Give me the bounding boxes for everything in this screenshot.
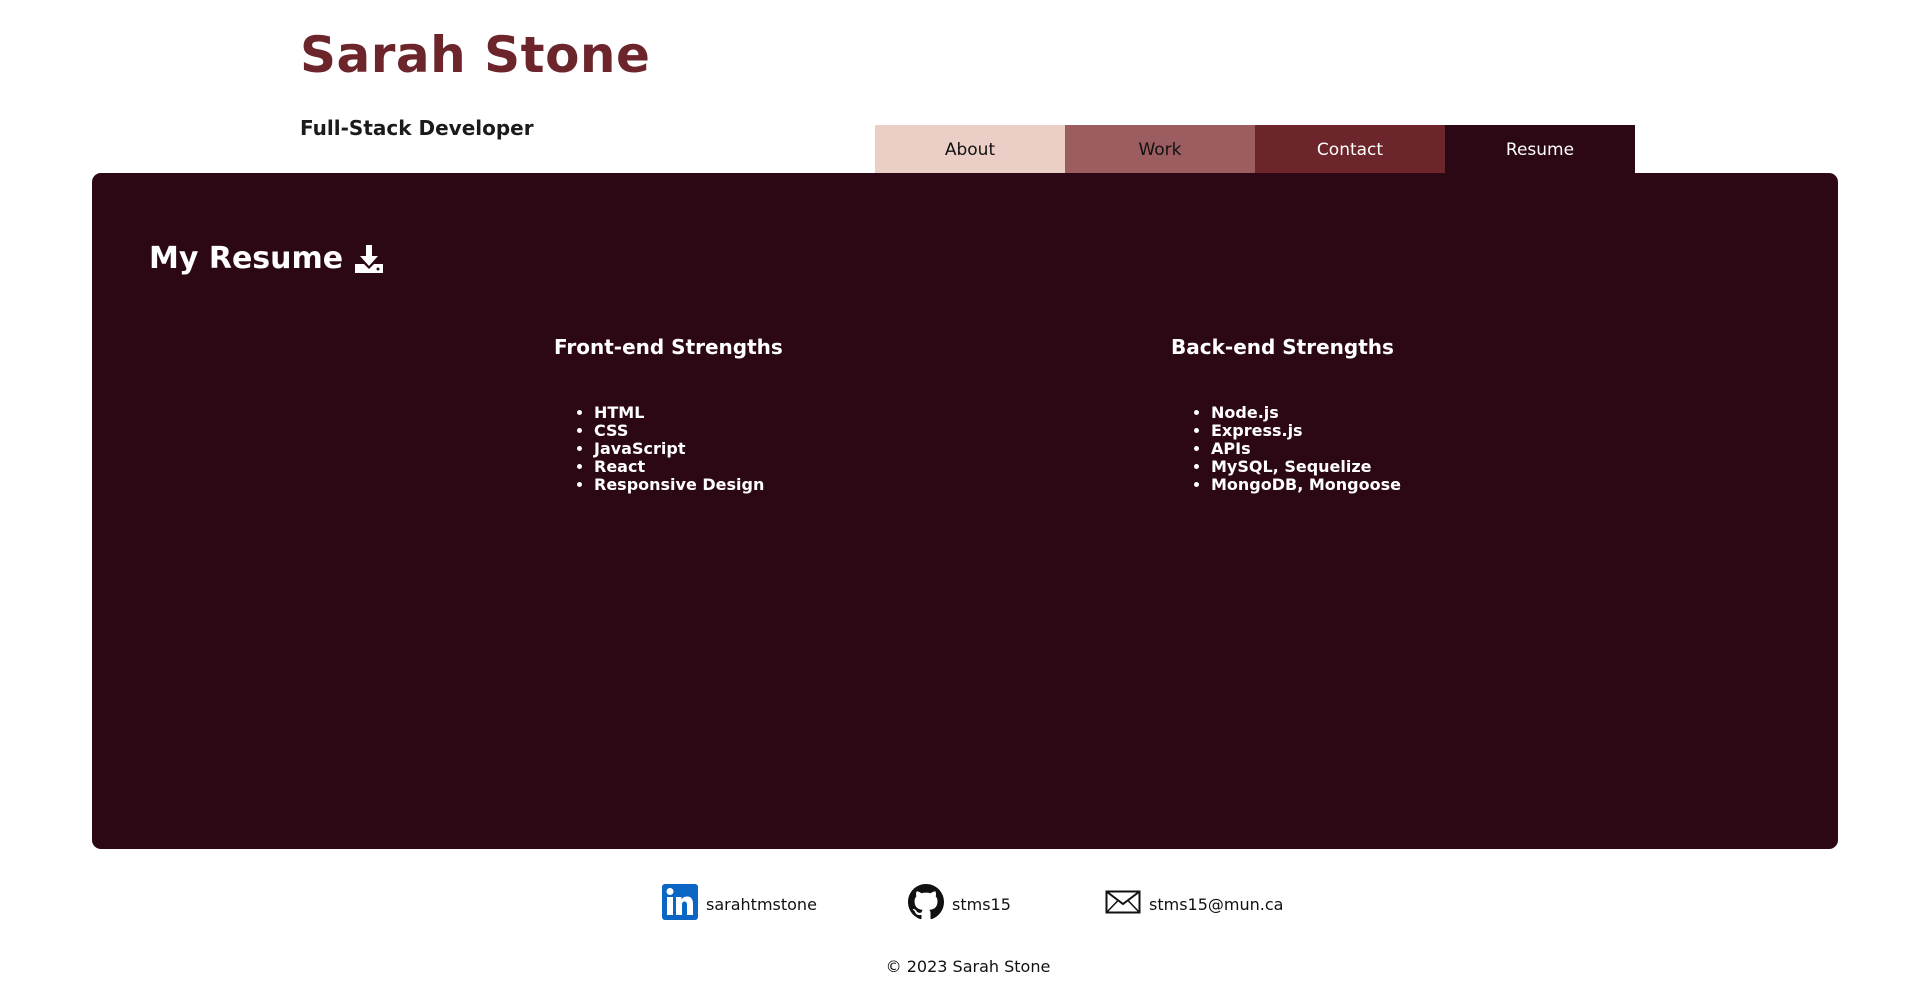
mail-icon [1105,888,1141,920]
nav-tab-about[interactable]: About [875,125,1065,174]
list-item: APIs [1211,440,1401,458]
nav-tab-resume[interactable]: Resume [1445,125,1635,174]
page: Sarah Stone Full-Stack Developer About W… [0,0,1920,995]
nav-tab-contact[interactable]: Contact [1255,125,1445,174]
back-end-list: Node.js Express.js APIs MySQL, Sequelize… [1171,404,1401,494]
email-link[interactable]: stms15@mun.ca [1105,885,1283,923]
resume-panel: My Resume Front-end Strengths HTML CSS J… [92,173,1838,849]
github-link[interactable]: stms15 [908,884,1011,924]
list-item: CSS [594,422,783,440]
back-end-strengths: Back-end Strengths Node.js Express.js AP… [1171,333,1401,494]
resume-heading-text: My Resume [149,241,344,276]
site-tagline: Full-Stack Developer [300,116,534,140]
github-icon [908,884,944,924]
linkedin-link[interactable]: sarahtmstone [662,884,817,924]
copyright: © 2023 Sarah Stone [885,957,1051,976]
list-item: Responsive Design [594,476,783,494]
list-item: Node.js [1211,404,1401,422]
list-item: MongoDB, Mongoose [1211,476,1401,494]
github-label: stms15 [952,894,1011,914]
linkedin-label: sarahtmstone [706,894,817,914]
social-links: sarahtmstone stms15 stms15@mun.ca [0,884,1920,924]
site-name: Sarah Stone [300,26,651,84]
download-icon[interactable] [353,243,385,275]
list-item: React [594,458,783,476]
front-end-strengths: Front-end Strengths HTML CSS JavaScript … [554,333,783,494]
back-end-title: Back-end Strengths [1171,335,1394,359]
main-nav: About Work Contact Resume [875,125,1635,174]
resume-heading: My Resume [149,239,385,279]
front-end-title: Front-end Strengths [554,335,783,359]
email-label: stms15@mun.ca [1149,894,1284,914]
linkedin-icon [662,884,698,924]
list-item: Express.js [1211,422,1401,440]
list-item: HTML [594,404,783,422]
list-item: JavaScript [594,440,783,458]
list-item: MySQL, Sequelize [1211,458,1401,476]
front-end-list: HTML CSS JavaScript React Responsive Des… [554,404,783,494]
nav-tab-work[interactable]: Work [1065,125,1255,174]
